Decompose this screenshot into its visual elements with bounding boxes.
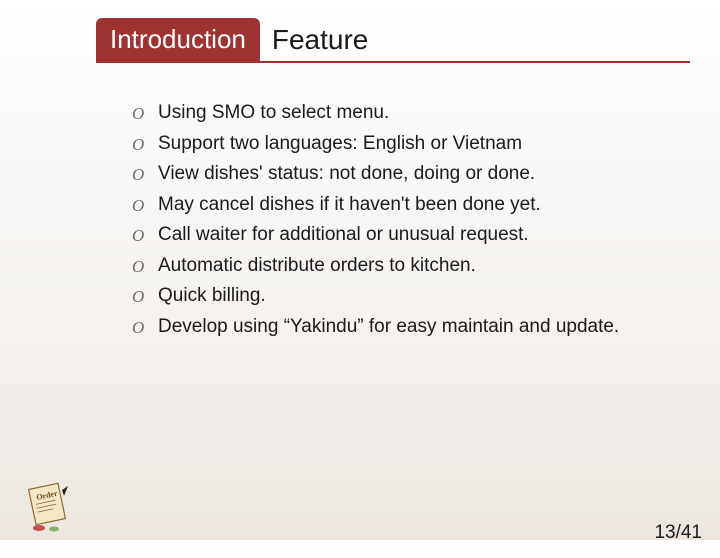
slide-header: Introduction Feature [96, 18, 690, 63]
list-item: Call waiter for additional or unusual re… [132, 221, 680, 250]
list-item: Support two languages: English or Vietna… [132, 130, 680, 159]
section-tab-label: Introduction [110, 24, 246, 54]
list-item: May cancel dishes if it haven't been don… [132, 191, 680, 220]
order-receipt-icon: Order [24, 482, 76, 534]
section-tab: Introduction [96, 18, 260, 61]
list-item: Using SMO to select menu. [132, 99, 680, 128]
page-number: 13/41 [654, 522, 702, 544]
list-item: Automatic distribute orders to kitchen. [132, 252, 680, 281]
slide-title: Feature [260, 18, 369, 61]
slide: Introduction Feature Using SMO to select… [0, 18, 720, 558]
list-item: Develop using “Yakindu” for easy maintai… [132, 313, 680, 342]
list-item: Quick billing. [132, 282, 680, 311]
slide-content: Using SMO to select menu. Support two la… [132, 99, 680, 341]
feature-list: Using SMO to select menu. Support two la… [132, 99, 680, 341]
list-item: View dishes' status: not done, doing or … [132, 160, 680, 189]
